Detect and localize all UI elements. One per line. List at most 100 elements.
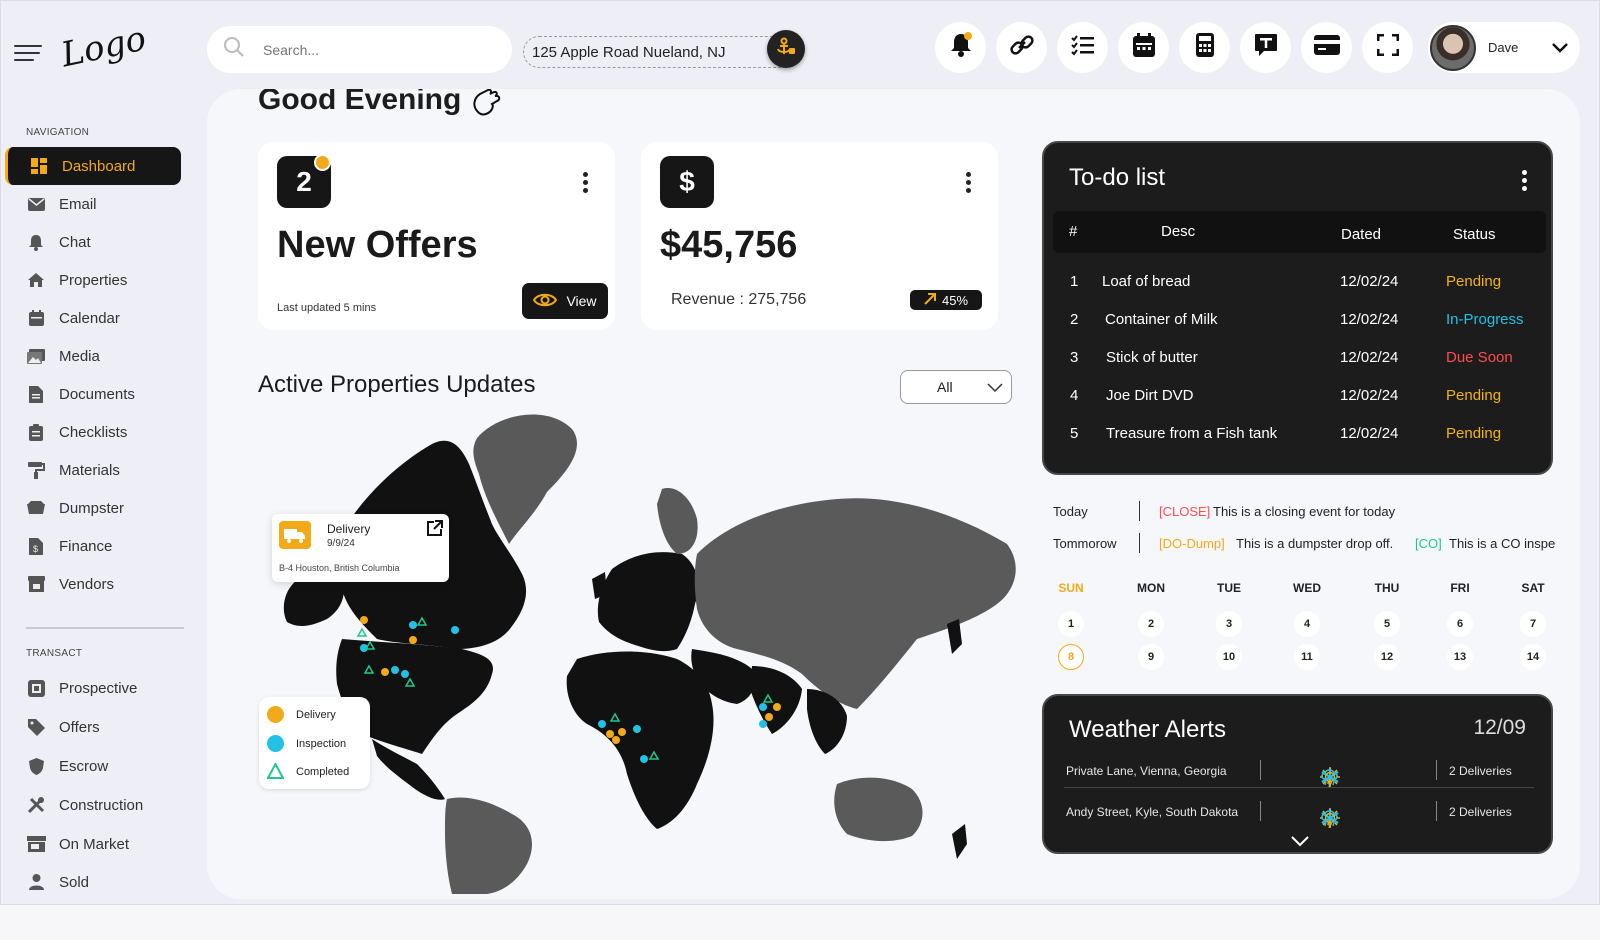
table-row[interactable]: 5 Treasure from a Fish tank 12/02/24 Pen… (1044, 425, 1555, 455)
calendar-day[interactable]: 5 (1374, 611, 1400, 637)
fullscreen-button[interactable] (1362, 22, 1413, 73)
calendar-day-today[interactable]: 8 (1058, 644, 1084, 670)
last-updated: Last updated 5 mins (277, 302, 377, 314)
calendar-day[interactable]: 14 (1520, 644, 1546, 670)
todo-panel: To-do list # Desc Dated Status 1 Loaf of… (1042, 141, 1553, 475)
col-num: # (1069, 223, 1078, 240)
search-input[interactable] (263, 41, 483, 58)
sidebar-item-calendar[interactable]: Calendar (5, 299, 181, 337)
more-options-icon[interactable] (583, 172, 589, 193)
chevron-down-icon[interactable] (1291, 834, 1309, 852)
sidebar-item-sold[interactable]: Sold (5, 863, 181, 901)
calendar-day[interactable]: 6 (1447, 611, 1473, 637)
anchor-lock-button[interactable] (767, 30, 805, 68)
sidebar-item-documents[interactable]: Documents (5, 375, 181, 413)
invoice-icon: $ (25, 537, 47, 555)
message-button[interactable] (1240, 22, 1291, 73)
legend-label: Completed (296, 765, 350, 778)
sidebar-item-vendors[interactable]: Vendors (5, 565, 181, 603)
calendar-day[interactable]: 4 (1294, 611, 1320, 637)
logo[interactable]: Logo (58, 19, 150, 76)
calendar-day[interactable]: 1 (1058, 611, 1084, 637)
search-bar[interactable] (207, 26, 512, 73)
chevron-down-icon[interactable] (1552, 40, 1568, 58)
sidebar-item-dashboard[interactable]: Dashboard (5, 147, 181, 185)
table-row[interactable]: 2 Container of Milk 12/02/24 In-Progress (1044, 311, 1555, 341)
sidebar-item-properties[interactable]: Properties (5, 261, 181, 299)
table-row[interactable]: 4 Joe Dirt DVD 12/02/24 Pending (1044, 387, 1555, 417)
payment-button[interactable] (1301, 22, 1352, 73)
sidebar-item-label: Documents (59, 385, 135, 403)
row-num: 4 (1070, 387, 1079, 404)
sidebar-item-dumpster[interactable]: Dumpster (5, 489, 181, 527)
avatar[interactable] (1430, 24, 1476, 71)
filter-select[interactable]: All (900, 370, 1012, 404)
calendar-day[interactable]: 10 (1216, 644, 1242, 670)
world-map[interactable] (247, 404, 1022, 894)
sidebar-item-label: Finance (59, 537, 113, 555)
menu-icon[interactable] (14, 45, 44, 66)
link-button[interactable] (996, 22, 1047, 73)
todo-title: To-do list (1069, 164, 1166, 191)
sidebar-item-chat[interactable]: Chat (5, 223, 181, 261)
tasks-button[interactable] (1057, 22, 1108, 73)
calendar-day[interactable]: 7 (1520, 611, 1546, 637)
greeting-text: Good Evening (258, 89, 462, 116)
sidebar-item-email[interactable]: Email (5, 185, 181, 223)
row-num: 1 (1070, 273, 1079, 290)
profile-menu[interactable]: Dave (1428, 22, 1580, 73)
revenue-amount: $45,756 (660, 224, 798, 266)
calendar-day[interactable]: 2 (1138, 611, 1164, 637)
map-region-india (750, 666, 802, 734)
event-tomorrow[interactable]: Tommorow [DO-Dump] This is a dumpster dr… (1053, 533, 1555, 553)
weather-deliveries: 2 Deliveries (1449, 805, 1512, 819)
calendar-day[interactable]: 11 (1294, 644, 1320, 670)
calendar-day[interactable]: 3 (1216, 611, 1242, 637)
sidebar-item-finance[interactable]: $ Finance (5, 527, 181, 565)
col-dated: Dated (1341, 226, 1382, 243)
event-tag: [DO-Dump] (1159, 536, 1225, 551)
event-day-label: Tommorow (1053, 536, 1117, 551)
weather-row[interactable]: Andy Street, Kyle, South Dakota 2 Delive… (1064, 797, 1534, 829)
event-text: This is a dumpster drop off. (1236, 536, 1394, 551)
sidebar-item-media[interactable]: Media (5, 337, 181, 375)
event-today[interactable]: Today [CLOSE] This is a closing event fo… (1053, 501, 1395, 521)
sidebar-item-prospective[interactable]: Prospective (5, 669, 181, 707)
address-field[interactable]: 125 Apple Road Nueland, NJ (523, 36, 799, 68)
row-status: Due Soon (1446, 349, 1513, 366)
sidebar-item-escrow[interactable]: Escrow (5, 747, 181, 785)
more-options-icon[interactable] (966, 172, 972, 193)
todo-table-header: # Desc Dated Status (1053, 211, 1546, 253)
sidebar-item-label: Chat (59, 233, 91, 251)
sidebar-item-label: Sold (59, 873, 90, 891)
external-link-icon[interactable] (426, 520, 443, 542)
revenue-card: $ $45,756 Revenue : 275,756 45% (641, 142, 998, 330)
sidebar-item-construction[interactable]: Construction (5, 786, 181, 824)
fullscreen-icon (1376, 33, 1399, 61)
sidebar-item-materials[interactable]: Materials (5, 451, 181, 489)
event-text: This is a closing event for today (1213, 504, 1396, 519)
calendar-day[interactable]: 13 (1447, 644, 1473, 670)
calendar-day[interactable]: 12 (1374, 644, 1400, 670)
offers-card: 2 New Offers Last updated 5 mins View (258, 142, 615, 330)
transact-heading: TRANSACT (26, 648, 83, 659)
calendar-day[interactable]: 9 (1138, 644, 1164, 670)
waving-hand-icon (470, 89, 504, 116)
row-status: Pending (1446, 425, 1502, 442)
calendar-button[interactable] (1118, 22, 1169, 73)
weather-row[interactable]: Private Lane, Vienna, Georgia 2 Deliveri… (1064, 756, 1534, 788)
sidebar-item-checklists[interactable]: Checklists (5, 413, 181, 451)
table-row[interactable]: 1 Loaf of bread 12/02/24 Pending (1044, 273, 1555, 303)
document-icon (25, 385, 47, 403)
sidebar-item-on-market[interactable]: On Market (5, 825, 181, 863)
event-tag: [CLOSE] (1159, 504, 1211, 519)
sidebar-item-offers[interactable]: Offers (5, 708, 181, 746)
view-button[interactable]: View (522, 283, 608, 319)
map-popup[interactable]: Delivery 9/9/24 B-4 Houston, British Col… (272, 514, 449, 582)
sidebar-item-label: Calendar (59, 309, 120, 327)
calculator-button[interactable] (1179, 22, 1230, 73)
map-region-africa (566, 651, 714, 829)
more-options-icon[interactable] (1522, 170, 1528, 191)
table-row[interactable]: 3 Stick of butter 12/02/24 Due Soon (1044, 349, 1555, 379)
notifications-button[interactable] (935, 22, 986, 73)
